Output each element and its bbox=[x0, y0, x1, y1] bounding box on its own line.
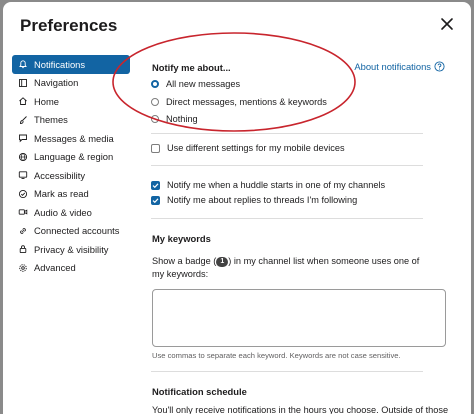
threads-checkbox[interactable]: Notify me about replies to threads I'm f… bbox=[151, 195, 357, 205]
home-icon bbox=[17, 95, 29, 107]
radio-direct-mentions-keywords[interactable]: Direct messages, mentions & keywords bbox=[151, 97, 327, 107]
schedule-heading: Notification schedule bbox=[152, 386, 247, 397]
schedule-description: You'll only receive notifications in the… bbox=[152, 405, 449, 414]
mobile-settings-checkbox[interactable]: Use different settings for my mobile dev… bbox=[151, 143, 345, 153]
sidebar-item-audio-video[interactable]: Audio & video bbox=[12, 203, 130, 222]
lock-icon bbox=[17, 243, 29, 255]
count-badge: 1 bbox=[216, 257, 229, 267]
checkbox-label: Use different settings for my mobile dev… bbox=[167, 143, 345, 153]
notify-heading: Notify me about... bbox=[152, 62, 231, 73]
link-icon bbox=[17, 225, 29, 237]
help-icon bbox=[434, 61, 445, 72]
keywords-desc-text: Show a badge ( bbox=[152, 256, 217, 266]
accessibility-icon bbox=[17, 169, 29, 181]
sidebar-item-language-region[interactable]: Language & region bbox=[12, 148, 130, 167]
keywords-hint: Use commas to separate each keyword. Key… bbox=[152, 351, 401, 360]
radio-label: All new messages bbox=[166, 79, 241, 89]
sidebar-item-privacy-visibility[interactable]: Privacy & visibility bbox=[12, 240, 130, 259]
sidebar-item-navigation[interactable]: Navigation bbox=[12, 74, 130, 93]
divider bbox=[151, 218, 423, 219]
checkbox-label: Notify me when a huddle starts in one of… bbox=[167, 180, 386, 190]
sidebar-item-themes[interactable]: Themes bbox=[12, 111, 130, 130]
sidebar-item-label: Messages & media bbox=[34, 132, 114, 144]
sidebar-item-label: Themes bbox=[34, 114, 68, 126]
settings-content: Notify me about... About notifications A… bbox=[148, 2, 471, 414]
keywords-heading: My keywords bbox=[152, 233, 211, 244]
radio-all-new-messages[interactable]: All new messages bbox=[151, 79, 240, 89]
checkmark-icon bbox=[152, 197, 159, 203]
sidebar-item-home[interactable]: Home bbox=[12, 92, 130, 111]
sidebar-item-accessibility[interactable]: Accessibility bbox=[12, 166, 130, 185]
radio-label: Nothing bbox=[166, 114, 198, 124]
sidebar-item-label: Advanced bbox=[34, 262, 76, 274]
checkmark-icon bbox=[152, 182, 159, 188]
huddle-checkbox[interactable]: Notify me when a huddle starts in one of… bbox=[151, 180, 385, 190]
radio-label: Direct messages, mentions & keywords bbox=[166, 97, 327, 107]
about-notifications-label: About notifications bbox=[354, 61, 431, 72]
divider bbox=[151, 165, 423, 166]
video-icon bbox=[17, 206, 29, 218]
checkbox-checked[interactable] bbox=[151, 195, 160, 205]
bell-icon bbox=[17, 58, 29, 70]
sidebar-item-mark-as-read[interactable]: Mark as read bbox=[12, 185, 130, 204]
divider bbox=[151, 133, 423, 134]
sidebar-item-notifications[interactable]: Notifications bbox=[12, 55, 130, 74]
radio-button[interactable] bbox=[151, 115, 159, 123]
sidebar-item-label: Audio & video bbox=[34, 206, 92, 218]
sidebar-item-label: Navigation bbox=[34, 77, 79, 89]
gear-icon bbox=[17, 262, 29, 274]
navigation-icon bbox=[17, 77, 29, 89]
radio-button[interactable] bbox=[151, 98, 159, 106]
preferences-dialog: Preferences Notifications Navigation Hom… bbox=[3, 2, 471, 414]
dialog-title: Preferences bbox=[20, 16, 118, 35]
divider bbox=[151, 371, 423, 372]
checkbox-label: Notify me about replies to threads I'm f… bbox=[167, 195, 358, 205]
checkbox-checked[interactable] bbox=[151, 180, 160, 190]
about-notifications-link[interactable]: About notifications bbox=[354, 61, 445, 72]
sidebar-item-label: Notifications bbox=[34, 58, 86, 70]
message-icon bbox=[17, 132, 29, 144]
brush-icon bbox=[17, 114, 29, 126]
globe-icon bbox=[17, 151, 29, 163]
sidebar-item-label: Connected accounts bbox=[34, 225, 120, 237]
radio-button[interactable] bbox=[151, 80, 159, 88]
check-circle-icon bbox=[17, 188, 29, 200]
sidebar-nav: Notifications Navigation Home Themes Mes… bbox=[12, 55, 130, 277]
keywords-description: Show a badge (1) in my channel list when… bbox=[152, 255, 422, 281]
sidebar-item-label: Home bbox=[34, 95, 60, 107]
sidebar-item-connected-accounts[interactable]: Connected accounts bbox=[12, 222, 130, 241]
sidebar-item-label: Language & region bbox=[34, 151, 114, 163]
sidebar-item-messages-media[interactable]: Messages & media bbox=[12, 129, 130, 148]
checkbox[interactable] bbox=[151, 143, 160, 153]
sidebar-item-label: Accessibility bbox=[34, 169, 86, 181]
radio-nothing[interactable]: Nothing bbox=[151, 114, 198, 124]
keywords-input[interactable] bbox=[152, 289, 446, 347]
sidebar-item-advanced[interactable]: Advanced bbox=[12, 259, 130, 278]
sidebar-item-label: Privacy & visibility bbox=[34, 243, 109, 255]
sidebar-item-label: Mark as read bbox=[34, 188, 89, 200]
